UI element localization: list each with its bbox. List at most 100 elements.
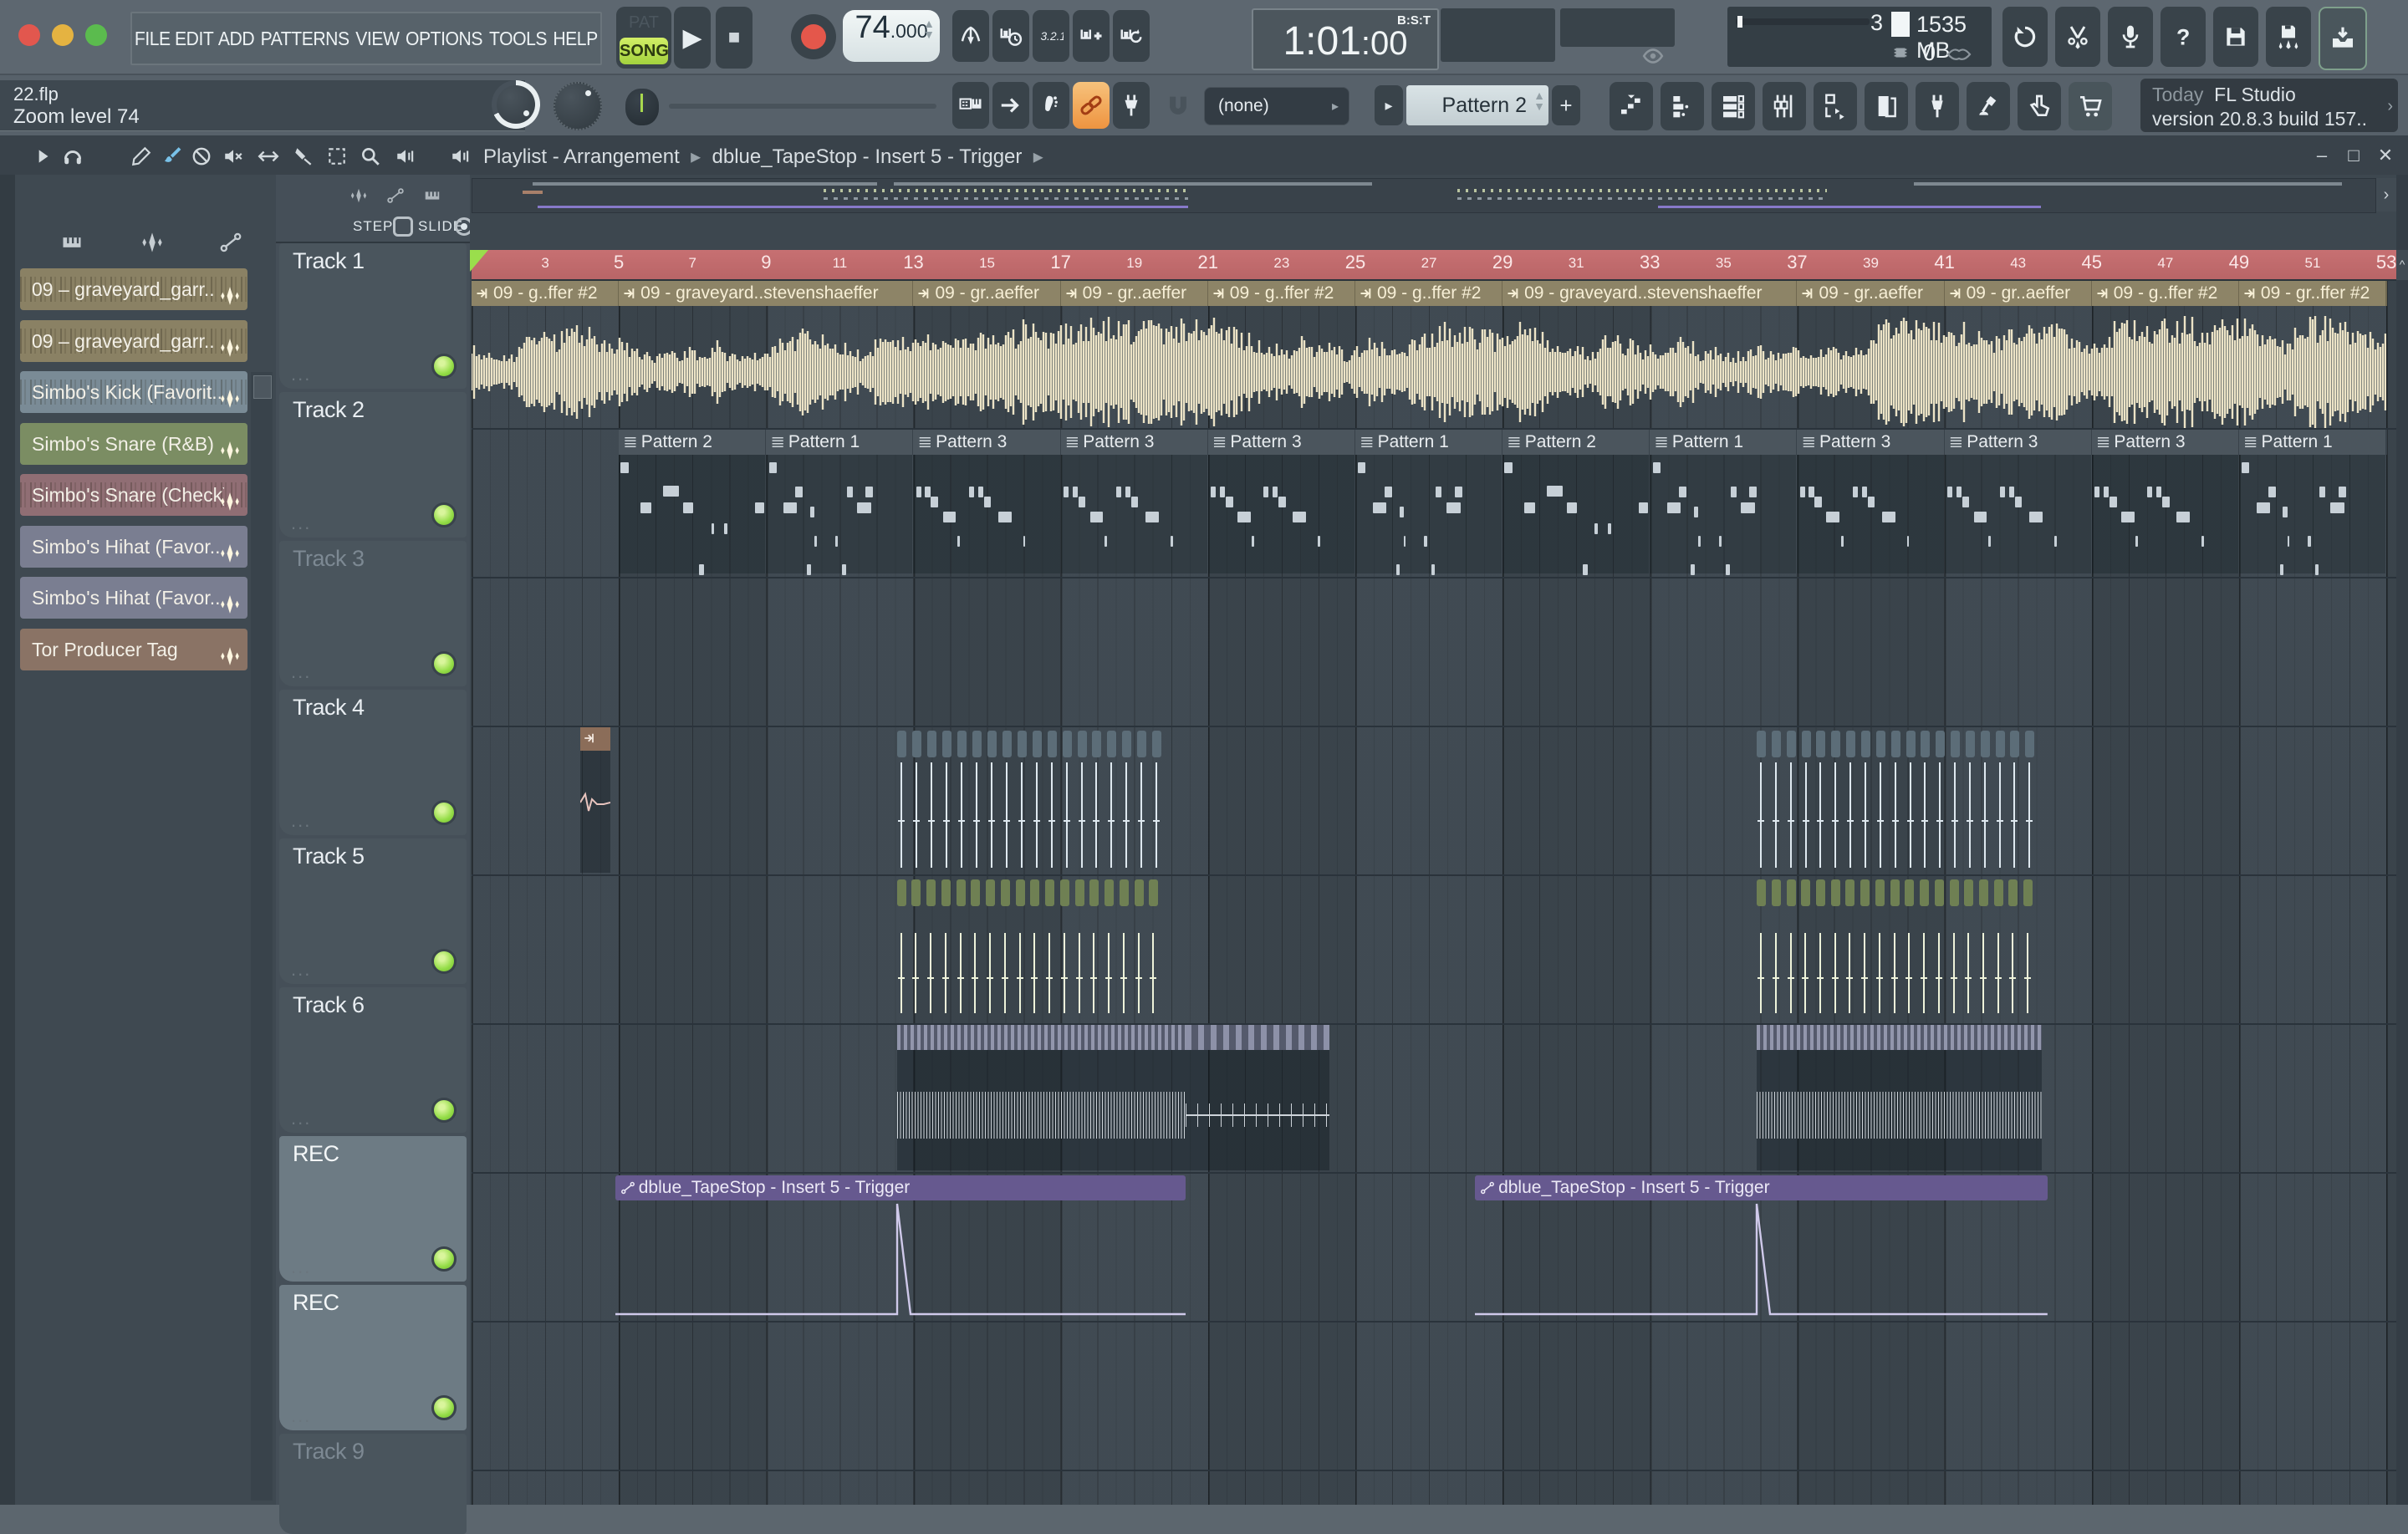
track-header-7[interactable]: REC...: [279, 1136, 467, 1282]
clip-source-item[interactable]: Tor Producer Tag: [20, 628, 247, 670]
navigate-speaker-icon[interactable]: [446, 143, 475, 170]
cut-button[interactable]: [2055, 7, 2100, 67]
scroll-up-button[interactable]: ^: [2396, 250, 2408, 280]
track-header-2[interactable]: Track 2...: [279, 392, 467, 538]
track-options-dots[interactable]: ...: [291, 1256, 311, 1278]
record-button[interactable]: [791, 14, 836, 59]
overdub-button[interactable]: [1073, 10, 1110, 62]
track-header-3[interactable]: Track 3...: [279, 541, 467, 686]
audio-clip[interactable]: 09 - g..ffer #2: [1354, 281, 1504, 306]
add-pattern-button[interactable]: +: [1552, 85, 1580, 125]
master-pitch-knob[interactable]: [554, 82, 602, 130]
step-toggle[interactable]: [393, 217, 413, 237]
close-window-button[interactable]: [18, 24, 40, 46]
draw-tool[interactable]: [127, 143, 156, 170]
clip-source-item[interactable]: 09 – graveyard_garr..: [20, 268, 247, 310]
time-display[interactable]: B:S:T 1:01:00: [1252, 8, 1439, 70]
track-arm-led[interactable]: [431, 1246, 457, 1272]
typing-to-piano-button[interactable]: [952, 82, 989, 129]
pattern-clip[interactable]: ≣ Pattern 3: [913, 430, 1062, 455]
tempo-display[interactable]: 74.000 ▲ ▼: [843, 10, 940, 62]
shuttle-wheel[interactable]: [625, 89, 659, 125]
automation-clip-label[interactable]: dblue_TapeStop - Insert 5 - Trigger: [1475, 1175, 2048, 1200]
automation-clip-label[interactable]: dblue_TapeStop - Insert 5 - Trigger: [615, 1175, 1186, 1200]
audio-clip[interactable]: 09 - gr..aeffer: [913, 281, 1062, 306]
lamp-button[interactable]: [1967, 82, 2010, 130]
shuttle-groove[interactable]: [669, 104, 936, 109]
audio-clip[interactable]: 09 - g..ffer #2: [472, 281, 620, 306]
track-options-dots[interactable]: ...: [291, 661, 311, 683]
zoom-tool[interactable]: [356, 143, 385, 170]
pattern-clip-body[interactable]: [1502, 455, 1650, 575]
pattern-clip[interactable]: ≣ Pattern 1: [766, 430, 915, 455]
track-header-6[interactable]: Track 6...: [279, 987, 467, 1133]
pattern-clip-body[interactable]: [913, 455, 1060, 573]
browser-button[interactable]: [1814, 82, 1857, 130]
pattern-clip[interactable]: ≣ Pattern 2: [619, 430, 768, 455]
audio-clip[interactable]: 09 - graveyard..stevenshaeffer: [619, 281, 915, 306]
track-arm-led[interactable]: [431, 502, 457, 527]
slip-tool[interactable]: [254, 143, 283, 170]
maximize-playlist-button[interactable]: □: [2341, 145, 2366, 168]
pattern-clip-body[interactable]: [619, 455, 766, 575]
sidebar-tab-automation[interactable]: [214, 230, 247, 255]
pattern-clip-body[interactable]: [1354, 455, 1502, 575]
wait-for-input-button[interactable]: [992, 10, 1029, 62]
track-arm-led[interactable]: [431, 651, 457, 676]
track-options-dots[interactable]: ...: [291, 512, 311, 534]
mixer-button[interactable]: [1763, 82, 1806, 130]
audio-clip[interactable]: 09 - gr..ffer #2: [2238, 281, 2388, 306]
undo-button[interactable]: [2002, 7, 2048, 67]
sidebar-tab-audio-wave[interactable]: [135, 230, 169, 255]
render-button[interactable]: [2319, 7, 2367, 70]
track-options-dots[interactable]: ...: [291, 364, 311, 385]
pattern-spinner[interactable]: ▲ ▼: [1533, 89, 1545, 112]
pattern-clip-body[interactable]: [1207, 455, 1354, 573]
pattern-clip[interactable]: ≣ Pattern 1: [1354, 430, 1504, 455]
stop-button[interactable]: ■: [716, 7, 752, 69]
metronome-button[interactable]: [952, 10, 989, 62]
pattern-clip[interactable]: ≣ Pattern 3: [2091, 430, 2240, 455]
track-arm-led[interactable]: [431, 354, 457, 379]
track-header-9[interactable]: Track 9: [279, 1434, 467, 1534]
audio-clip[interactable]: 09 - gr..aeffer: [1797, 281, 1946, 306]
audio-clip[interactable]: 09 - g..ffer #2: [2091, 281, 2240, 306]
pattern-clip[interactable]: ≣ Pattern 1: [2238, 430, 2388, 455]
breadcrumb-arrangement[interactable]: Playlist - Arrangement: [483, 145, 680, 168]
news-panel[interactable]: Today FL Studio version 20.8.3 build 157…: [2140, 79, 2398, 132]
track-arm-led[interactable]: [431, 1098, 457, 1123]
clip-source-item[interactable]: Simbo's Kick (Favorit..: [20, 371, 247, 413]
pattern-jump-button[interactable]: ▸: [1375, 85, 1403, 125]
menu-tools[interactable]: TOOLS: [489, 28, 548, 50]
select-tool[interactable]: [323, 143, 351, 170]
menu-file[interactable]: FILE: [135, 28, 171, 50]
clip-source-item[interactable]: Simbo's Hihat (Favor..: [20, 577, 247, 619]
step-sequencer-button[interactable]: [1661, 82, 1704, 130]
delete-tool[interactable]: [187, 143, 216, 170]
help-button[interactable]: ?: [2161, 7, 2206, 67]
pattern-clip[interactable]: ≣ Pattern 3: [1944, 430, 2093, 455]
save-button[interactable]: [2213, 7, 2258, 67]
pattern-clip-body[interactable]: [1797, 455, 1944, 573]
pattern-clip[interactable]: ≣ Pattern 3: [1797, 430, 1946, 455]
shop-button[interactable]: [2069, 82, 2112, 130]
pattern-clip-body[interactable]: [2238, 455, 2386, 575]
remote-control-button[interactable]: [1113, 82, 1150, 129]
menu-edit[interactable]: EDIT: [175, 28, 214, 50]
menu-options[interactable]: OPTIONS: [406, 28, 482, 50]
magnet-icon[interactable]: [1164, 92, 1192, 125]
track-arm-led[interactable]: [431, 1395, 457, 1420]
piano-icon[interactable]: [423, 186, 441, 209]
master-volume-knob[interactable]: [492, 80, 540, 129]
tempo-spinner[interactable]: ▲ ▼: [923, 18, 935, 40]
step-edit-button[interactable]: [992, 82, 1029, 129]
loop-record-button[interactable]: [1113, 10, 1150, 62]
save-new-version-button[interactable]: [2266, 7, 2311, 67]
countdown-button[interactable]: 3.2.1: [1033, 10, 1069, 62]
track-arm-led[interactable]: [431, 949, 457, 974]
headphones-tool[interactable]: [59, 143, 87, 170]
pattern-clip-body[interactable]: [1944, 455, 2091, 573]
scrollbar-thumb[interactable]: [253, 375, 272, 399]
touch-button[interactable]: [2018, 82, 2061, 130]
playback-tool[interactable]: [391, 143, 420, 170]
